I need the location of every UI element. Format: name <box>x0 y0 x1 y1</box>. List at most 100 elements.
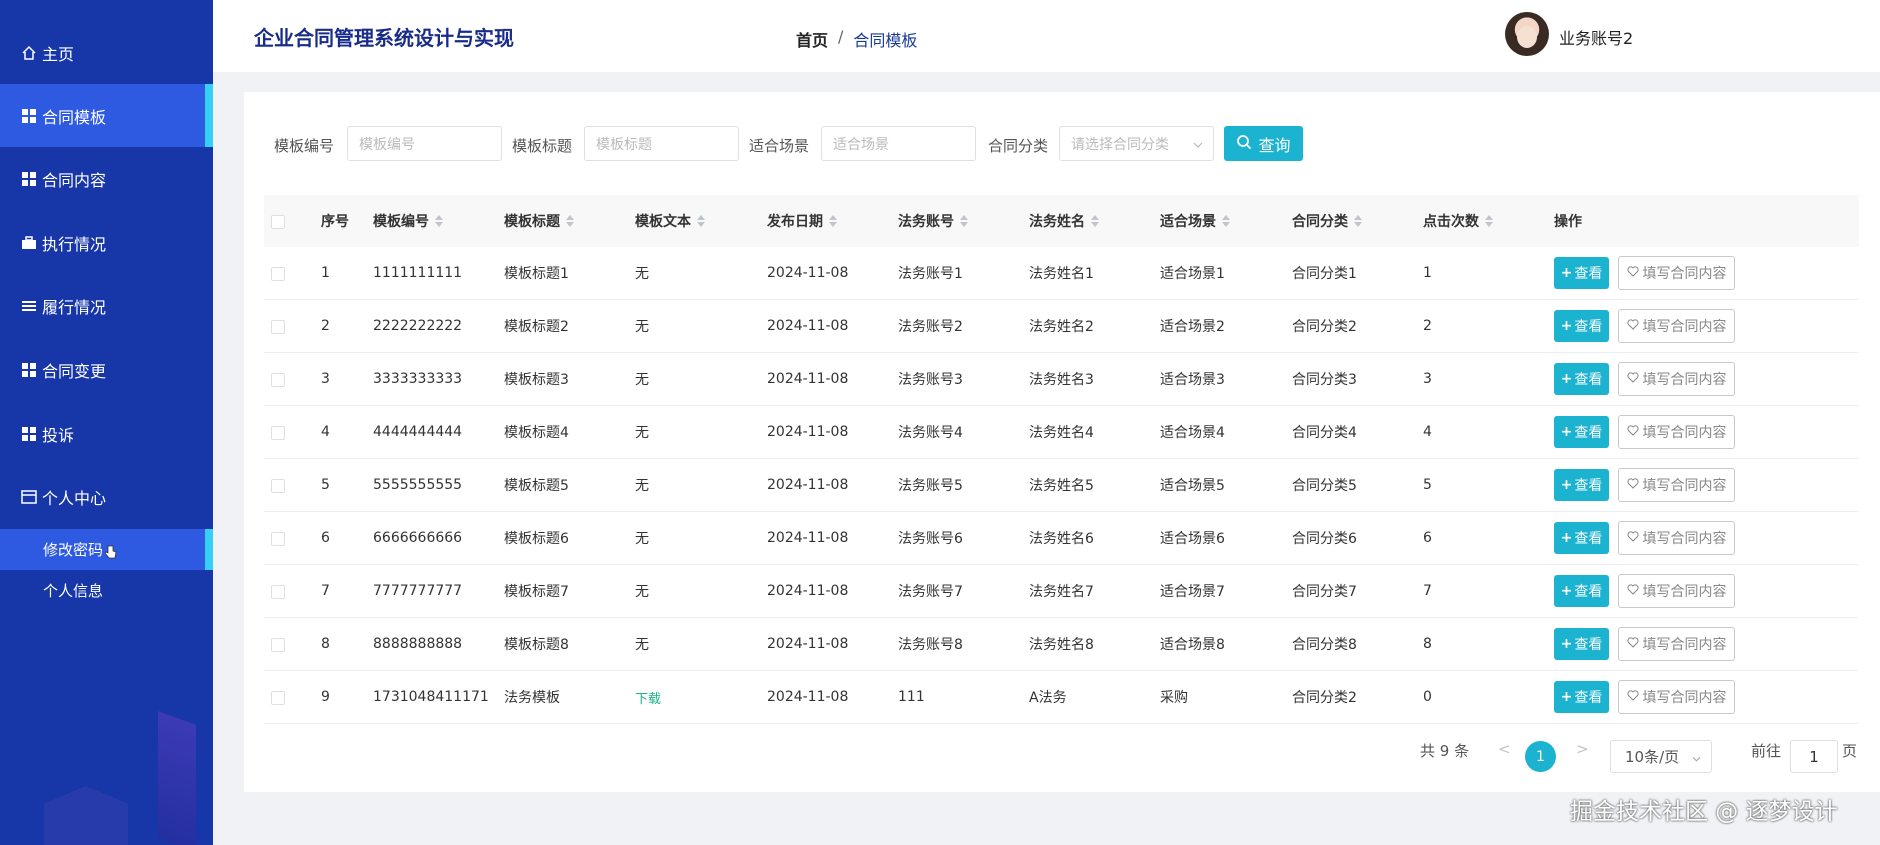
sidebar-item-label: 合同模板 <box>42 107 107 127</box>
row-checkbox[interactable] <box>271 532 285 546</box>
cell-template-text: 无 <box>635 319 649 335</box>
goto-page-input[interactable]: 1 <box>1790 740 1838 773</box>
sidebar-subitem-change-password[interactable]: 修改密码 <box>0 529 213 570</box>
row-checkbox[interactable] <box>271 585 285 599</box>
cell-click-count: 6 <box>1423 530 1432 546</box>
cell-publish-date: 2024-11-08 <box>767 530 849 546</box>
column-header-template-text[interactable]: 模板文本 <box>635 195 705 247</box>
download-link[interactable]: 下载 <box>635 671 661 723</box>
cell-legal-name: 法务姓名3 <box>1029 372 1094 388</box>
breadcrumb-home[interactable]: 首页 <box>796 27 828 51</box>
fill-contract-button[interactable]: 填写合同内容 <box>1618 309 1735 343</box>
view-button[interactable]: + 查看 <box>1554 522 1609 554</box>
sidebar-item-execution[interactable]: 执行情况 <box>0 211 213 274</box>
pagination-page-current[interactable]: 1 <box>1525 741 1556 772</box>
cell-scenario: 适合场景6 <box>1160 531 1225 547</box>
column-header-template-title[interactable]: 模板标题 <box>504 195 574 247</box>
decoration-shape <box>158 711 196 845</box>
view-button[interactable]: + 查看 <box>1554 310 1609 342</box>
cell-template-title: 模板标题3 <box>504 372 569 388</box>
view-button[interactable]: + 查看 <box>1554 628 1609 660</box>
column-header-category[interactable]: 合同分类 <box>1292 195 1362 247</box>
fill-contract-button[interactable]: 填写合同内容 <box>1618 521 1735 555</box>
template-title-input[interactable]: 模板标题 <box>584 126 739 161</box>
row-checkbox[interactable] <box>271 320 285 334</box>
page-size-select[interactable]: 10条/页 <box>1610 740 1712 773</box>
query-button[interactable]: 查询 <box>1224 126 1303 161</box>
view-button[interactable]: + 查看 <box>1554 469 1609 501</box>
view-button[interactable]: + 查看 <box>1554 416 1609 448</box>
grid-icon <box>20 170 38 188</box>
row-checkbox[interactable] <box>271 373 285 387</box>
template-number-input[interactable]: 模板编号 <box>347 126 502 161</box>
sidebar-item-personal-center[interactable]: 个人中心 <box>0 465 213 528</box>
fill-contract-button[interactable]: 填写合同内容 <box>1618 680 1735 714</box>
row-checkbox[interactable] <box>271 638 285 652</box>
sidebar-item-home[interactable]: 主页 <box>0 21 213 84</box>
fill-contract-button[interactable]: 填写合同内容 <box>1618 256 1735 290</box>
column-header-legal-name[interactable]: 法务姓名 <box>1029 195 1099 247</box>
cell-template-title: 模板标题7 <box>504 584 569 600</box>
table-row: 1 1111111111 模板标题1 无 2024-11-08 法务账号1 法务姓名1 适合场… <box>264 247 1859 300</box>
sidebar-subitem-personal-info[interactable]: 个人信息 <box>0 570 213 611</box>
row-checkbox[interactable] <box>271 426 285 440</box>
fill-contract-button[interactable]: 填写合同内容 <box>1618 468 1735 502</box>
sidebar-item-performance[interactable]: 履行情况 <box>0 274 213 337</box>
column-header-label: 模板标题 <box>504 214 560 230</box>
table-row: 3 3333333333 模板标题3 无 2024-11-08 法务账号3 法务姓名3 适合场… <box>264 353 1859 406</box>
scenario-input[interactable]: 适合场景 <box>821 126 976 161</box>
sidebar-item-contract-change[interactable]: 合同变更 <box>0 338 213 401</box>
cell-click-count: 0 <box>1423 689 1432 705</box>
sidebar-item-contract-content[interactable]: 合同内容 <box>0 147 213 210</box>
cell-category: 合同分类4 <box>1292 425 1357 441</box>
cell-legal-account: 法务账号5 <box>898 478 963 494</box>
column-header-label: 合同分类 <box>1292 214 1348 230</box>
table-row: 2 2222222222 模板标题2 无 2024-11-08 法务账号2 法务姓名2 适合场… <box>264 300 1859 353</box>
sidebar-item-complaint[interactable]: 投诉 <box>0 402 213 465</box>
view-button[interactable]: + 查看 <box>1554 681 1609 713</box>
cell-click-count: 5 <box>1423 477 1432 493</box>
cell-template-title: 模板标题1 <box>504 266 569 282</box>
avatar[interactable] <box>1505 12 1549 56</box>
column-header-legal-account[interactable]: 法务账号 <box>898 195 968 247</box>
pagination-prev[interactable]: < <box>1498 740 1511 758</box>
sidebar-item-contract-template[interactable]: 合同模板 <box>0 84 213 147</box>
cell-click-count: 3 <box>1423 371 1432 387</box>
search-icon <box>1236 134 1252 154</box>
cell-index: 9 <box>321 689 330 705</box>
contract-category-select[interactable]: 请选择合同分类 <box>1059 126 1214 161</box>
window-icon <box>20 488 38 506</box>
view-button[interactable]: + 查看 <box>1554 363 1609 395</box>
sort-icon <box>1222 215 1230 227</box>
view-button[interactable]: + 查看 <box>1554 575 1609 607</box>
select-all-checkbox[interactable] <box>271 215 285 229</box>
cell-actions: + 查看 填写合同内容 <box>1554 618 1735 670</box>
column-header-template-number[interactable]: 模板编号 <box>373 195 443 247</box>
fill-contract-button[interactable]: 填写合同内容 <box>1618 362 1735 396</box>
table-row: 8 8888888888 模板标题8 无 2024-11-08 法务账号8 法务姓名8 适合场… <box>264 618 1859 671</box>
plus-icon: + <box>1560 530 1573 546</box>
row-checkbox[interactable] <box>271 691 285 705</box>
row-checkbox[interactable] <box>271 479 285 493</box>
cell-scenario: 适合场景2 <box>1160 319 1225 335</box>
fill-contract-button[interactable]: 填写合同内容 <box>1618 415 1735 449</box>
view-button-label: 查看 <box>1574 372 1603 388</box>
table-row: 7 7777777777 模板标题7 无 2024-11-08 法务账号7 法务姓名7 适合场… <box>264 565 1859 618</box>
fill-contract-button[interactable]: 填写合同内容 <box>1618 574 1735 608</box>
cell-template-title: 模板标题6 <box>504 531 569 547</box>
pagination-next[interactable]: > <box>1576 740 1589 758</box>
cell-scenario: 适合场景5 <box>1160 478 1225 494</box>
column-header-scenario[interactable]: 适合场景 <box>1160 195 1230 247</box>
query-button-label: 查询 <box>1258 135 1291 155</box>
sidebar-item-label: 合同内容 <box>42 170 107 190</box>
cell-category: 合同分类3 <box>1292 372 1357 388</box>
cell-template-text: 无 <box>635 531 649 547</box>
sort-icon <box>1354 215 1362 227</box>
column-header-click-count[interactable]: 点击次数 <box>1423 195 1493 247</box>
view-button[interactable]: + 查看 <box>1554 257 1609 289</box>
user-name[interactable]: 业务账号2 <box>1559 25 1633 49</box>
cell-publish-date: 2024-11-08 <box>767 318 849 334</box>
column-header-publish-date[interactable]: 发布日期 <box>767 195 837 247</box>
row-checkbox[interactable] <box>271 267 285 281</box>
fill-contract-button[interactable]: 填写合同内容 <box>1618 627 1735 661</box>
